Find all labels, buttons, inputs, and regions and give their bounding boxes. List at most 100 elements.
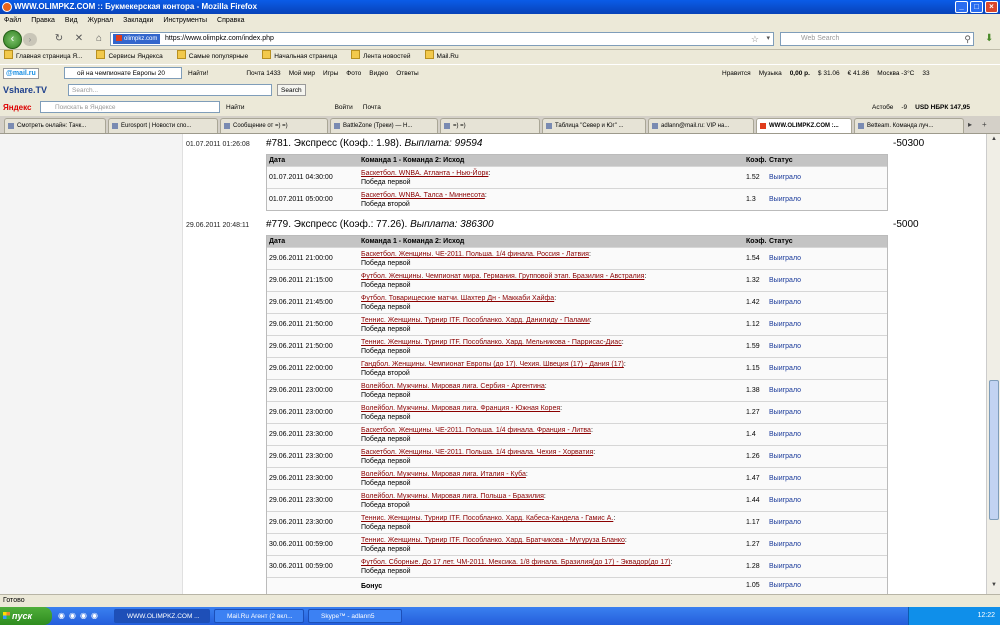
start-button[interactable]: пуск xyxy=(0,607,52,625)
bookmark-item[interactable]: Сервисы Яндекса xyxy=(96,50,162,64)
bookmark-star-icon[interactable]: ☆ xyxy=(751,33,759,45)
event-link[interactable]: Гандбол. Женщины. Чемпионат Европы (до 1… xyxy=(361,361,624,368)
yandex-find-button[interactable]: Найти xyxy=(226,99,245,116)
tab[interactable]: Eurosport | Новости спо... xyxy=(108,118,218,133)
event-date: 29.06.2011 21:00:00 xyxy=(269,255,333,262)
tab[interactable]: Смотреть онлайн: Тачк... xyxy=(4,118,106,133)
web-search-input[interactable]: Web Search ⚲ xyxy=(780,32,974,46)
event-link[interactable]: Баскетбол. Женщины. ЧЕ-2011. Польша. 1/4… xyxy=(361,251,589,258)
tab-scroll-icon[interactable]: ▸ xyxy=(968,120,972,129)
mailru-music[interactable]: Музыка xyxy=(759,65,782,82)
event-link[interactable]: Теннис. Женщины. Турнир ITF. Пособланко.… xyxy=(361,537,625,544)
bookmark-item[interactable]: Лента новостей xyxy=(351,50,410,64)
event-link[interactable]: Баскетбол. WNBA. Талса - Миннесота xyxy=(361,192,485,199)
taskbar-skype[interactable]: Skype™ - adlann5 xyxy=(308,609,402,623)
vshare-search-button[interactable]: Search xyxy=(277,84,306,96)
download-icon[interactable]: ⬇ xyxy=(985,33,993,44)
bookmark-item[interactable]: Самые популярные xyxy=(177,50,249,64)
close-button[interactable]: × xyxy=(985,1,998,13)
menu-bookmarks[interactable]: Закладки xyxy=(123,14,153,28)
minimize-button[interactable]: _ xyxy=(955,1,968,13)
new-tab-icon[interactable]: + xyxy=(982,120,987,129)
event-result: Победа первой xyxy=(361,392,411,399)
mailru-mail[interactable]: Почта 1433 xyxy=(246,65,280,82)
stop-icon[interactable]: ✕ xyxy=(72,33,86,44)
bookmark-item[interactable]: Главная страница Я... xyxy=(4,50,82,64)
vertical-scrollbar[interactable]: ▲ ▼ xyxy=(986,134,1000,594)
event-coef: 1.54 xyxy=(746,255,760,262)
url-bar[interactable]: olimpkz.com https://www.olimpkz.com/inde… xyxy=(110,32,774,46)
tab[interactable]: BattleZone (Треки) — Н... xyxy=(330,118,438,133)
maximize-button[interactable]: □ xyxy=(970,1,983,13)
home-icon[interactable]: ⌂ xyxy=(92,33,106,44)
table-header: Дата Команда 1 - Команда 2: Исход Коэф. … xyxy=(267,155,887,166)
firefox-icon xyxy=(2,2,12,12)
event-link[interactable]: Баскетбол. Женщины. ЧЕ-2011. Польша. 1/4… xyxy=(361,427,591,434)
event-link[interactable]: Баскетбол. WNBA. Атланта - Нью-Йорк xyxy=(361,170,488,177)
url-dropdown-icon[interactable]: ▾ xyxy=(766,33,770,45)
yandex-mail[interactable]: Почта xyxy=(363,99,381,116)
menu-file[interactable]: Файл xyxy=(4,14,21,28)
yandex-city[interactable]: Астобе xyxy=(872,99,893,116)
scroll-up-icon[interactable]: ▲ xyxy=(989,136,999,146)
mailru-counter[interactable]: 33 xyxy=(922,65,929,82)
search-icon[interactable]: ⚲ xyxy=(964,33,971,45)
event-result: Победа первой xyxy=(361,568,411,575)
site-identity-badge[interactable]: olimpkz.com xyxy=(113,34,161,44)
mailru-video[interactable]: Видео xyxy=(369,65,388,82)
vshare-search-input[interactable]: Search... xyxy=(68,84,272,96)
taskbar-firefox[interactable]: WWW.OLIMPKZ.COM ... xyxy=(114,609,210,623)
tab[interactable]: Таблица "Север и Юг" ... xyxy=(542,118,646,133)
mailru-like[interactable]: Нравится xyxy=(722,65,751,82)
tab[interactable]: Сообщение от =) =) xyxy=(220,118,328,133)
bookmark-item[interactable]: Начальная страница xyxy=(262,50,337,64)
scroll-down-icon[interactable]: ▼ xyxy=(989,582,999,592)
menu-history[interactable]: Журнал xyxy=(88,14,114,28)
event-link[interactable]: Баскетбол. Женщины. ЧЕ-2011. Польша. 1/4… xyxy=(361,449,593,456)
yandex-usd[interactable]: USD НБРК 147,95 xyxy=(915,99,970,116)
reload-icon[interactable]: ↻ xyxy=(52,33,66,44)
bookmark-item[interactable]: Mail.Ru xyxy=(425,50,459,64)
quick-launch-icons[interactable]: ◉◉◉◉ xyxy=(58,611,102,620)
yandex-search-input[interactable]: Поискать в Яндексе xyxy=(40,101,220,113)
yandex-weather[interactable]: -9 xyxy=(901,99,907,116)
mailru-myworld[interactable]: Мой мир xyxy=(289,65,315,82)
menu-tools[interactable]: Инструменты xyxy=(163,14,207,28)
tab[interactable]: adlann@mail.ru: VIP на... xyxy=(648,118,754,133)
mailru-find-button[interactable]: Найти! xyxy=(188,65,208,82)
weather[interactable]: Москва -3°C xyxy=(877,65,914,82)
menu-view[interactable]: Вид xyxy=(65,14,78,28)
mailru-balance[interactable]: 0,00 р. xyxy=(790,65,810,82)
table-header: Дата Команда 1 - Команда 2: Исход Коэф. … xyxy=(267,236,887,247)
event-link[interactable]: Волейбол. Мужчины. Мировая лига. Италия … xyxy=(361,471,526,478)
event-link[interactable]: Волейбол. Мужчины. Мировая лига. Франция… xyxy=(361,405,560,412)
mailru-games[interactable]: Игры xyxy=(323,65,338,82)
tab-active[interactable]: WWW.OLIMPKZ.COM :... xyxy=(756,118,852,133)
yandex-logo[interactable]: Яндекс xyxy=(3,99,31,116)
taskbar-mailru-agent[interactable]: Mail.Ru Агент (2 вкл... xyxy=(214,609,304,623)
event-link[interactable]: Волейбол. Мужчины. Мировая лига. Сербия … xyxy=(361,383,545,390)
mailru-logo[interactable]: @mail.ru xyxy=(3,68,39,79)
event-status: Выиграло xyxy=(769,453,802,460)
event-link[interactable]: Футбол. Товарищеские матчи. Шахтер Дн - … xyxy=(361,295,554,302)
event-link[interactable]: Теннис. Женщины. Турнир ITF. Пособланко.… xyxy=(361,339,622,346)
event-link[interactable]: Теннис. Женщины. Турнир ITF. Пособланко.… xyxy=(361,317,590,324)
vshare-logo[interactable]: Vshare.TV xyxy=(3,84,47,96)
event-link[interactable]: Теннис. Женщины. Турнир ITF. Пособланко.… xyxy=(361,515,613,522)
mailru-search-input[interactable]: ой на чемпионате Европы 20 xyxy=(64,67,182,79)
yandex-login[interactable]: Войти xyxy=(335,99,353,116)
mailru-photo[interactable]: Фото xyxy=(346,65,361,82)
forward-button[interactable]: › xyxy=(23,33,37,46)
menu-help[interactable]: Справка xyxy=(217,14,244,28)
menu-edit[interactable]: Правка xyxy=(31,14,55,28)
clock[interactable]: 12:22 xyxy=(977,612,995,619)
event-link[interactable]: Волейбол. Мужчины. Мировая лига. Польша … xyxy=(361,493,544,500)
event-link[interactable]: Футбол. Женщины. Чемпионат мира. Германи… xyxy=(361,273,644,280)
scroll-thumb[interactable] xyxy=(989,380,999,520)
back-button[interactable]: ‹ xyxy=(3,30,22,49)
tab[interactable]: =) =) xyxy=(440,118,540,133)
tab[interactable]: Betteam. Команда луч... xyxy=(854,118,964,133)
event-status: Выиграло xyxy=(769,365,802,372)
mailru-answers[interactable]: Ответы xyxy=(396,65,418,82)
event-link[interactable]: Футбол. Сборные. До 17 лет. ЧМ-2011. Мек… xyxy=(361,559,671,566)
